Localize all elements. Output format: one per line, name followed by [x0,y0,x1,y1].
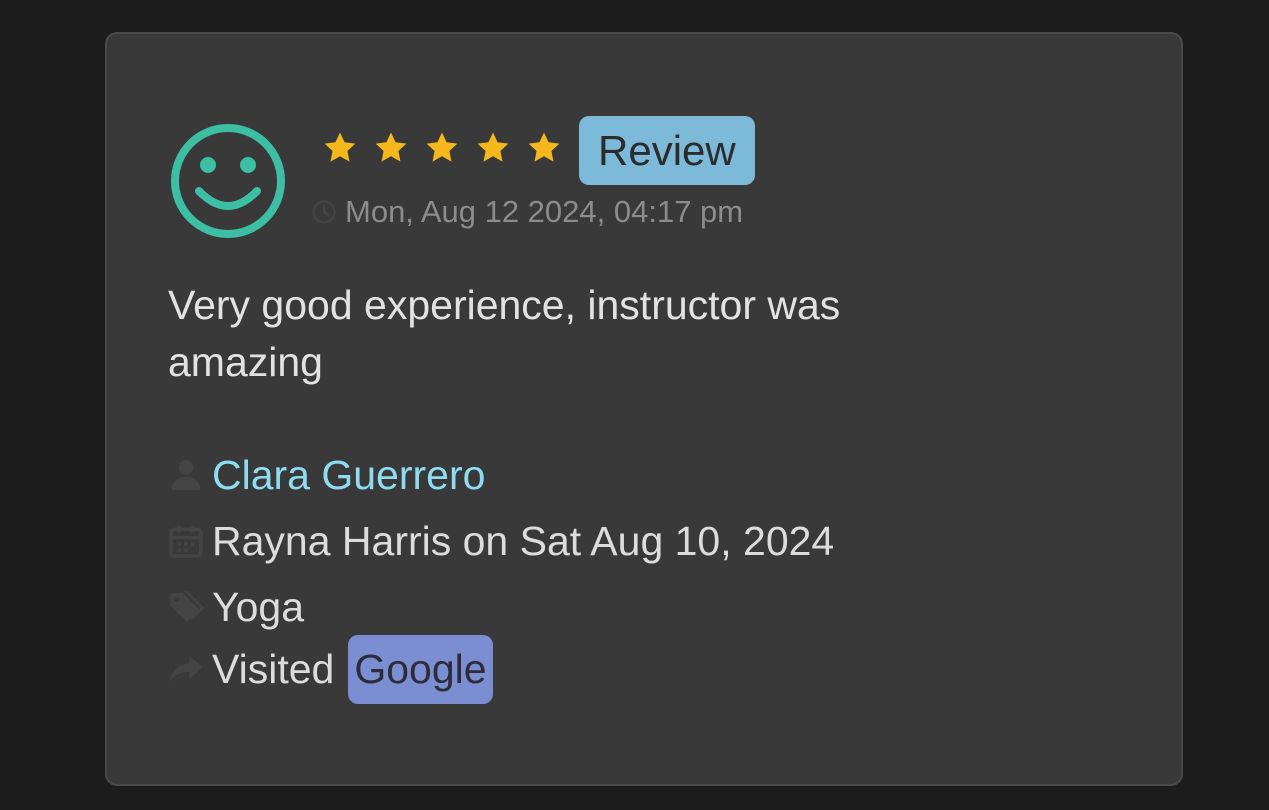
booking-row: Rayna Harris on Sat Aug 10, 2024 [166,511,834,571]
source-badge: Google [348,634,493,704]
tag-icon [170,591,205,622]
review-card: Review Mon, Aug 12 2024, 04:17 pm Very g… [105,32,1183,786]
star-icon [426,132,458,162]
review-type-badge: Review [579,116,755,185]
user-icon [171,460,201,490]
star-icon [324,132,356,162]
smiley-face-icon [171,124,285,238]
customer-name-link[interactable]: Clara Guerrero [212,452,485,499]
star-icon [375,132,407,162]
category-text: Yoga [212,583,304,630]
review-text: Very good experience, instructor was ama… [168,282,841,385]
review-timestamp: Mon, Aug 12 2024, 04:17 pm [311,192,743,232]
star-icon [477,132,509,162]
star-rating [321,129,563,167]
calendar-icon [169,526,203,558]
star-icon [528,132,560,162]
source-row: Visited Google [166,634,493,704]
customer-row: Clara Guerrero [166,445,485,505]
category-row: Yoga [166,577,304,637]
booking-text: Rayna Harris on Sat Aug 10, 2024 [212,517,835,564]
share-arrow-icon [169,655,203,683]
timestamp-text: Mon, Aug 12 2024, 04:17 pm [345,194,744,229]
visited-label: Visited [212,645,335,692]
clock-icon [312,200,336,224]
